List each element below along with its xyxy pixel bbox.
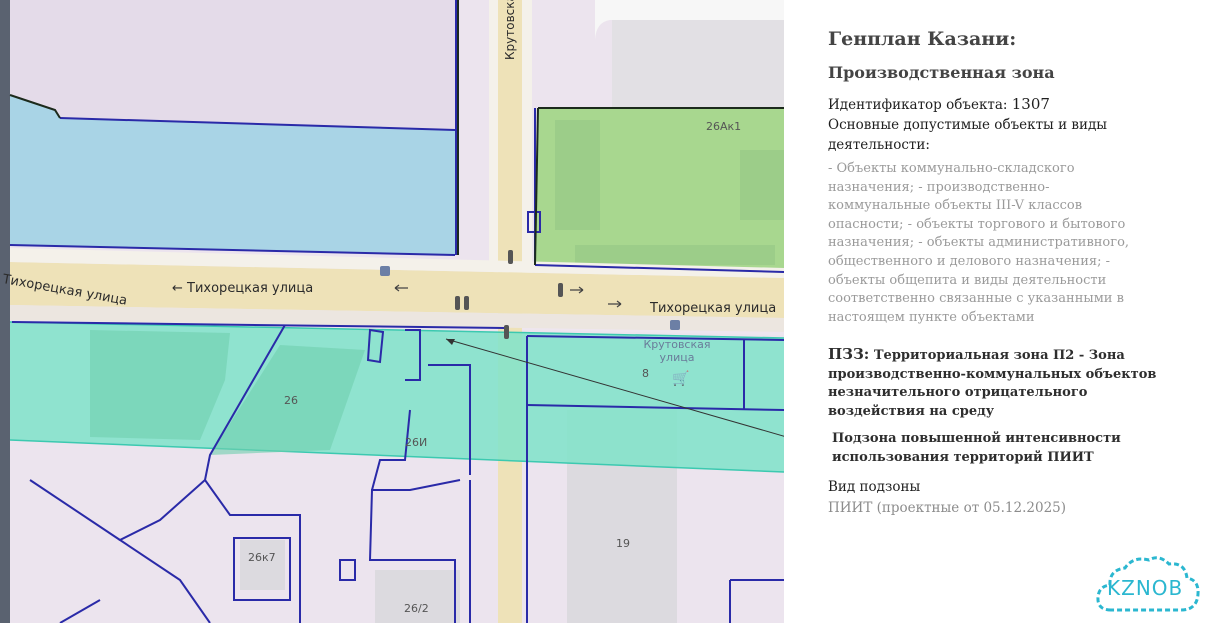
subzone-kind-label: Вид подзоны [828, 479, 921, 495]
building-label-8: 8 [642, 367, 649, 380]
object-id-row: Идентификатор объекта: 1307 [828, 95, 1050, 113]
map-left-edge [0, 0, 10, 623]
building-label-19: 19 [616, 537, 630, 550]
building-label-26ak1: 26Ак1 [706, 120, 742, 133]
panel-title: Генплан Казани: [828, 28, 1017, 50]
map-view[interactable]: 🛒 Тихорецкая улица ← Тихорецкая улица Ти… [0, 0, 784, 623]
street-label-krutovskaya-top: Крутовская [503, 0, 517, 60]
building-label-26-2: 26/2 [404, 602, 429, 615]
svg-text:🛒: 🛒 [672, 370, 689, 387]
allowed-objects-label-1: Основные допустимые объекты и виды [828, 117, 1108, 133]
building-label-26k7: 26к7 [248, 551, 276, 564]
zone-name: Производственная зона [828, 63, 1055, 82]
street-label-tikhoretskaya-right: Тихорецкая улица [650, 301, 777, 316]
allowed-objects-label-2: деятельности: [828, 137, 930, 153]
bus-stop-icon [380, 266, 390, 276]
pzz-block: ПЗЗ: Территориальная зона П2 - Зона прои… [828, 345, 1168, 421]
object-id-value: 1307 [1011, 95, 1050, 113]
logo-text: KZNOB [1107, 576, 1184, 600]
street-label-tikhoretskaya-mid: ← Тихорецкая улица [172, 281, 314, 296]
pzz-text: Территориальная зона П2 - Зона производс… [828, 348, 1157, 419]
object-id-label: Идентификатор объекта: [828, 97, 1008, 113]
info-panel: Генплан Казани: Производственная зона Ид… [800, 0, 1200, 623]
building-label-26: 26 [284, 394, 298, 407]
bus-stop-icon [670, 320, 680, 330]
subzone-kind-value: ПИИТ (проектные от 05.12.2025) [828, 500, 1067, 516]
allowed-objects-text: - Объекты коммунально-складского назначе… [828, 161, 1130, 325]
building-label-26i: 26И [405, 436, 428, 449]
pzz-label: ПЗЗ: [828, 345, 870, 363]
subzone-text: Подзона повышенной интенсивности использ… [832, 431, 1121, 465]
street-label-krutovskaya-bottom: Крутовская улица [643, 338, 711, 364]
